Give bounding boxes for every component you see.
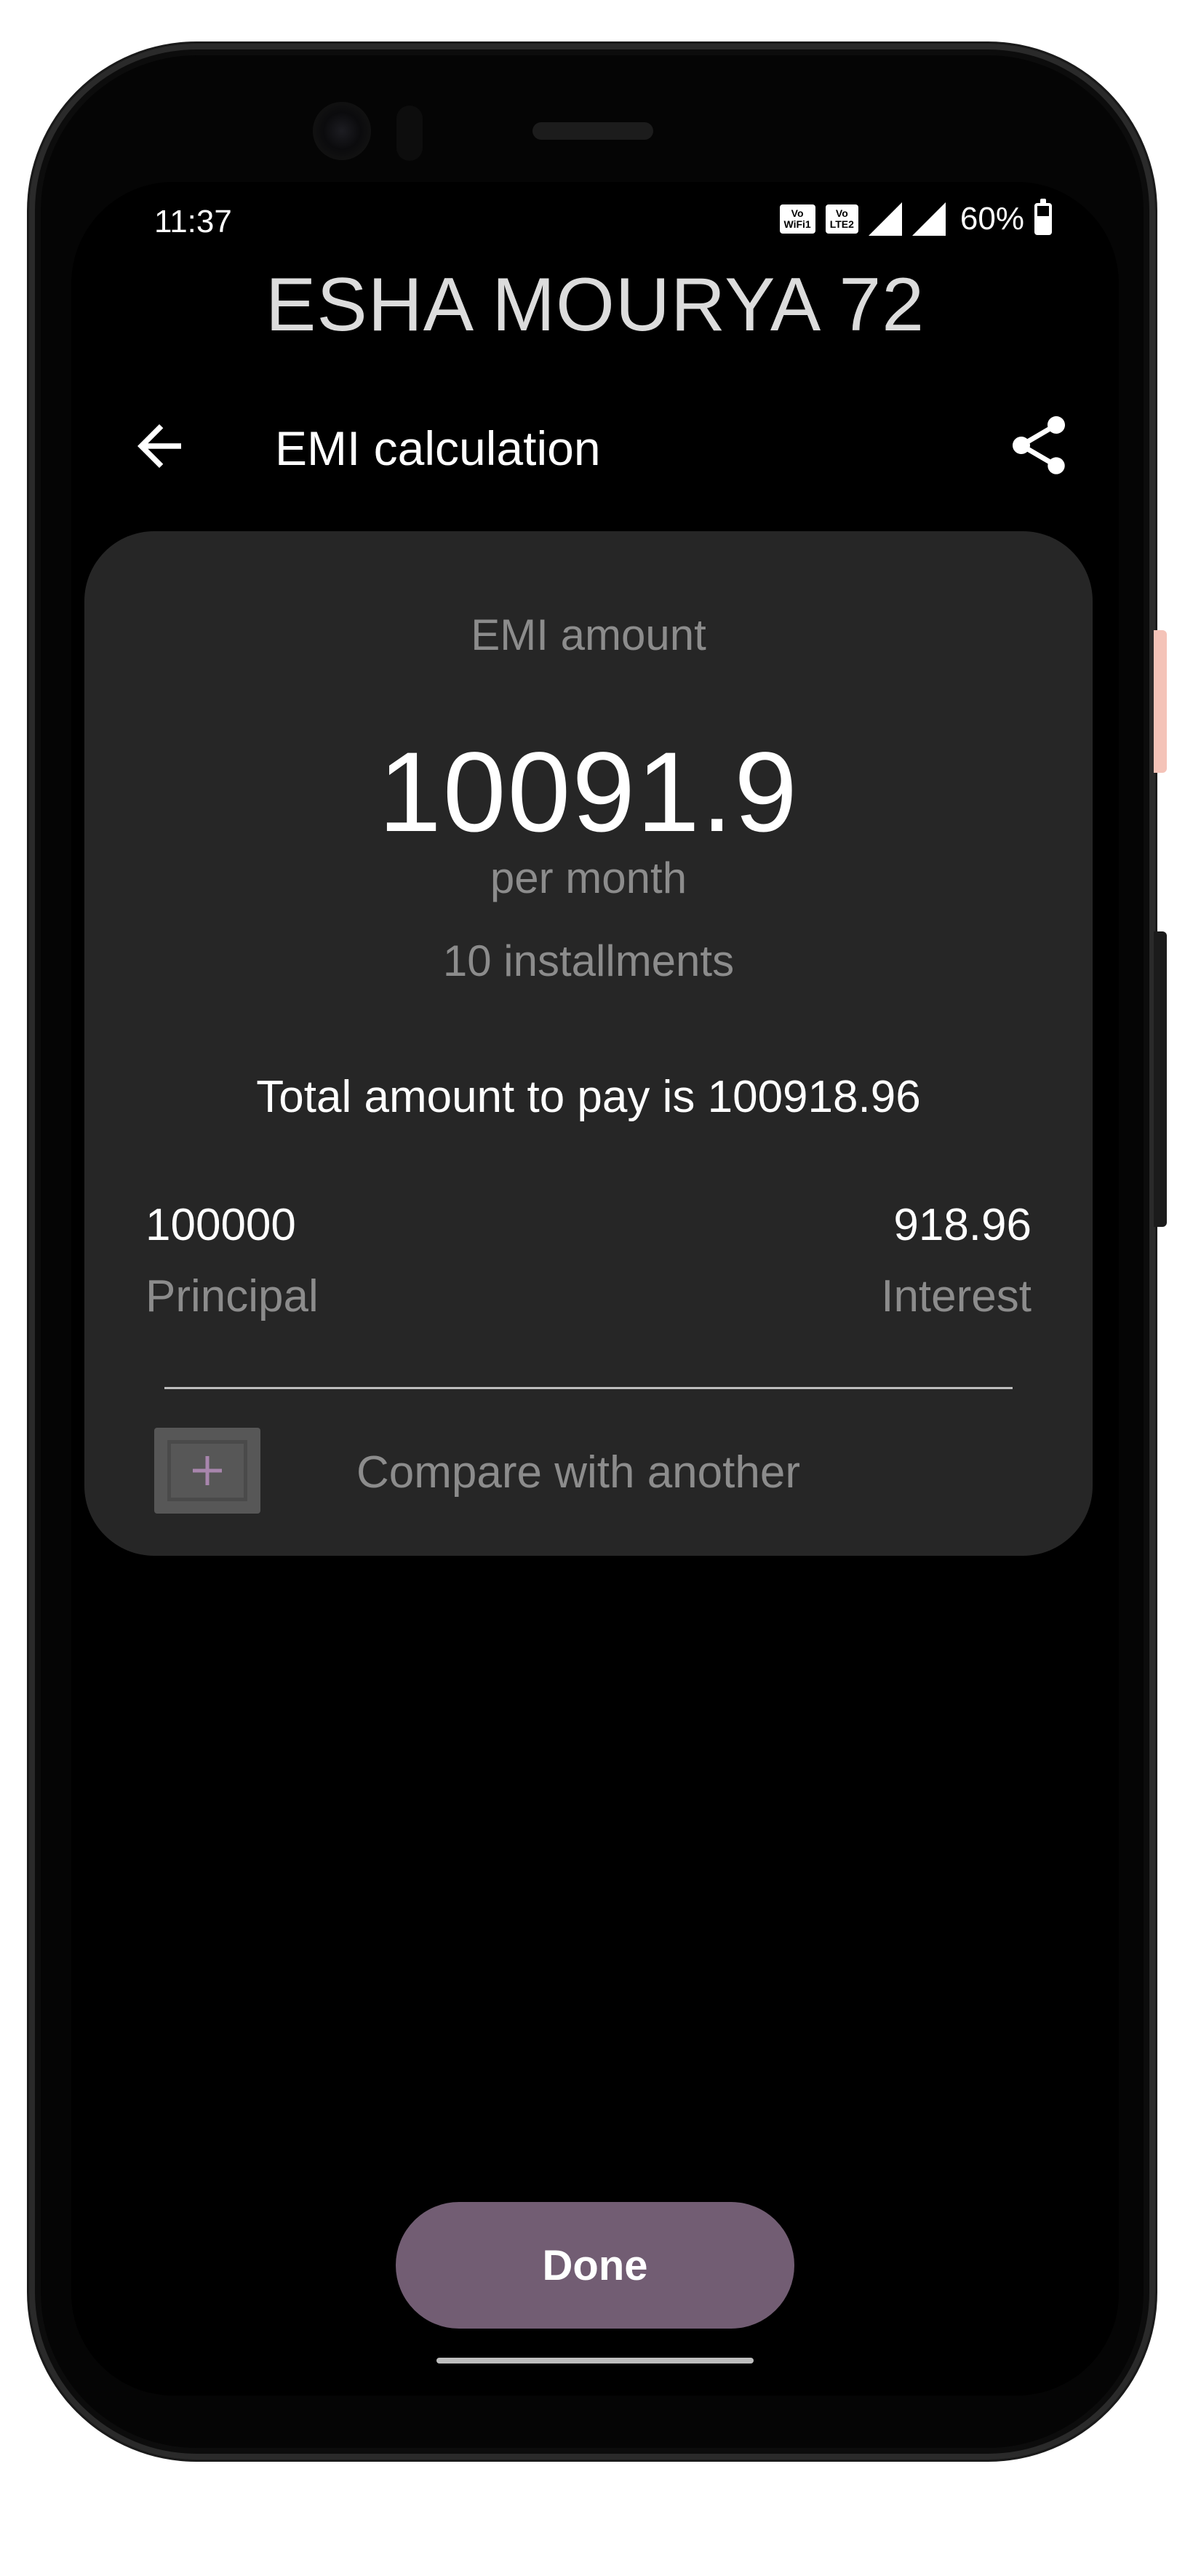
done-button[interactable]: Done <box>396 2202 794 2329</box>
per-month-label: per month <box>490 854 687 902</box>
earpiece-speaker <box>532 122 653 140</box>
compare-add-button[interactable] <box>154 1428 260 1514</box>
volume-button <box>1154 630 1167 773</box>
battery-percent: 60% <box>959 201 1024 236</box>
principal-label: Principal <box>145 1271 319 1321</box>
emi-amount-value: 10091.9 <box>378 729 799 856</box>
divider <box>164 1387 1013 1389</box>
vowifi-icon: Vo WiFi1 <box>779 204 815 234</box>
plus-glyph <box>193 1456 222 1485</box>
arrow-back-icon[interactable] <box>127 413 192 479</box>
front-camera <box>313 102 371 160</box>
installments-label: 10 installments <box>442 937 735 985</box>
interest-label: Interest <box>881 1271 1032 1321</box>
principal-value: 100000 <box>145 1200 296 1250</box>
plus-icon <box>167 1440 247 1501</box>
interest-value: 918.96 <box>893 1200 1032 1250</box>
total-amount-text: Total amount to pay is 100918.96 <box>256 1072 921 1122</box>
home-indicator[interactable] <box>436 2358 754 2364</box>
screen: 11:37 Vo WiFi1 Vo LTE2 60% ESHA MOURYA 7… <box>71 182 1119 2396</box>
signal-2-icon <box>911 202 946 236</box>
power-button <box>1154 931 1167 1227</box>
emi-amount-label: EMI amount <box>471 611 706 659</box>
signal-1-icon <box>868 202 902 236</box>
page-title: EMI calculation <box>275 421 601 475</box>
battery-level <box>1037 216 1049 232</box>
status-icons: Vo WiFi1 Vo LTE2 60% <box>779 199 1052 237</box>
share-icon[interactable] <box>1004 410 1074 480</box>
status-time: 11:37 <box>154 204 232 239</box>
battery-icon <box>1034 199 1052 235</box>
compare-label[interactable]: Compare with another <box>356 1447 800 1498</box>
volte-icon: Vo LTE2 <box>825 204 858 234</box>
emi-card: EMI amount 10091.9 per month 10 installm… <box>84 531 1093 1556</box>
app-bar: EMI calculation <box>71 400 1119 488</box>
proximity-sensor <box>396 106 423 161</box>
header-title: ESHA MOURYA 72 <box>265 263 925 347</box>
